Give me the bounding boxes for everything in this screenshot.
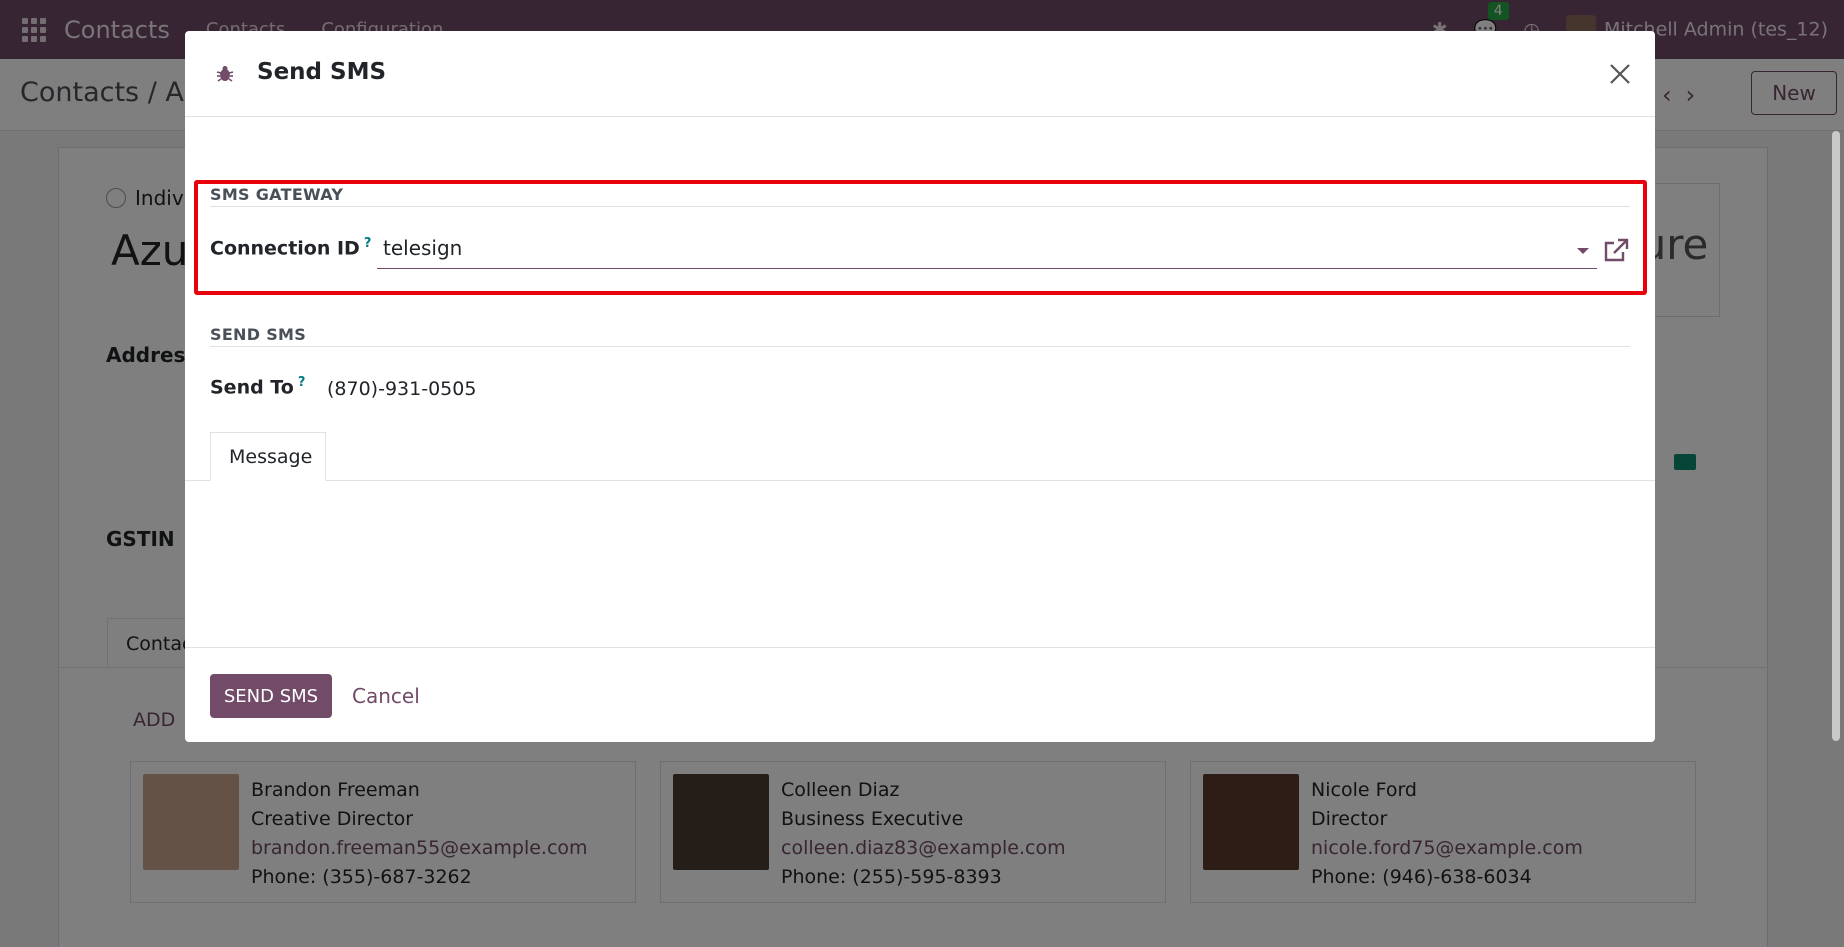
send-to-label: Send To? bbox=[210, 375, 305, 398]
modal-header: Send SMS bbox=[185, 31, 1655, 117]
bug-icon bbox=[216, 66, 234, 82]
page-scrollbar[interactable] bbox=[1832, 131, 1840, 741]
send-to-value: (870)-931-0505 bbox=[327, 378, 477, 400]
close-icon[interactable] bbox=[1607, 61, 1633, 87]
section-divider bbox=[210, 346, 1630, 347]
send-to-text: Send To bbox=[210, 376, 294, 399]
tab-message[interactable]: Message bbox=[210, 432, 326, 481]
send-sms-button[interactable]: SEND SMS bbox=[210, 674, 332, 718]
modal-title: Send SMS bbox=[257, 59, 387, 85]
cancel-button[interactable]: Cancel bbox=[352, 684, 420, 708]
highlight-annotation bbox=[194, 180, 1647, 295]
help-icon[interactable]: ? bbox=[298, 375, 306, 390]
modal-footer: SEND SMS Cancel bbox=[185, 647, 1655, 742]
send-sms-dialog: Send SMS SMS GATEWAY Connection ID? tele… bbox=[185, 31, 1655, 742]
tab-divider bbox=[185, 480, 1655, 481]
send-sms-section: SEND SMS bbox=[210, 325, 307, 344]
